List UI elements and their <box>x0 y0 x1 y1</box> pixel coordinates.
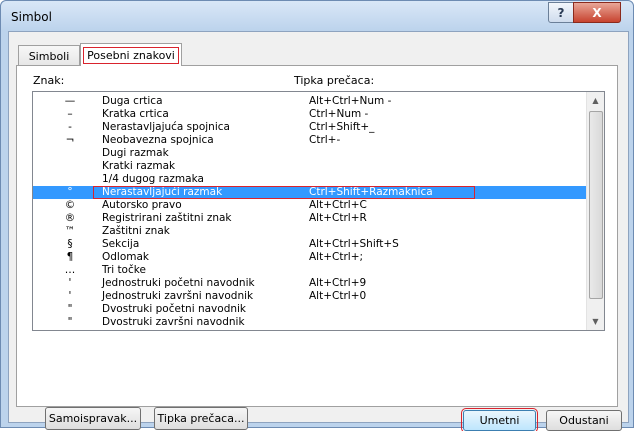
list-item-shortcut: Alt+Ctrl+9 <box>309 277 367 289</box>
list-item-name: Tri točke <box>102 264 146 276</box>
tab-posebni-znakovi-label: Posebni znakovi <box>83 46 179 64</box>
list-item[interactable]: ™ Zaštitni znak <box>33 225 586 238</box>
list-item-shortcut: Ctrl+Shift+_ <box>309 121 375 133</box>
shortcut-key-button-label: Tipka prečaca... <box>157 412 245 425</box>
cancel-button-label: Odustani <box>559 414 609 427</box>
close-icon: X <box>592 5 602 20</box>
list-item-char: – <box>67 108 73 120</box>
shortcut-key-button[interactable]: Tipka prečaca... <box>154 407 248 430</box>
symbol-dialog: Simbol ? X Simboli Posebni znakovi Znak:… <box>0 0 634 431</box>
help-icon: ? <box>557 5 565 20</box>
list-item-name: Dvostruki završni navodnik <box>102 316 245 328</box>
list-item[interactable]: – Kratka crtica Ctrl+Num - <box>33 108 586 121</box>
autocorrect-button[interactable]: Samoispravak... <box>45 407 141 430</box>
list-item[interactable]: ¬ Neobavezna spojnica Ctrl+- <box>33 134 586 147</box>
list-item-char: — <box>64 95 76 107</box>
tab-simboli[interactable]: Simboli <box>18 45 80 66</box>
vertical-scrollbar[interactable]: ▲ ▼ <box>586 92 604 330</box>
special-characters-list[interactable]: — Duga crtica Alt+Ctrl+Num - – Kratka crtica… <box>32 91 605 331</box>
list-item[interactable]: Kratki razmak <box>33 160 586 173</box>
list-item-char: " <box>67 303 73 315</box>
tab-simboli-label: Simboli <box>28 49 70 63</box>
list-item-char: ® <box>64 212 76 224</box>
list-item-name: Jednostruki početni navodnik <box>102 277 255 289</box>
list-item-char: ' <box>68 277 72 289</box>
list-item[interactable]: " Dvostruki završni navodnik <box>33 316 586 329</box>
list-item-name: Neobavezna spojnica <box>102 134 214 146</box>
list-item-name: Odlomak <box>102 251 150 263</box>
list-item[interactable]: ' Jednostruki početni navodnik Alt+Ctrl+9 <box>33 277 586 290</box>
list-item-shortcut: Alt+Ctrl+Num - <box>309 95 392 107</box>
list-item-char: § <box>67 238 73 250</box>
scroll-down-icon[interactable]: ▼ <box>587 313 604 330</box>
title-bar[interactable]: Simbol ? X <box>1 1 633 31</box>
list-item-shortcut: Alt+Ctrl+R <box>309 212 367 224</box>
list-item-name: Dvostruki početni navodnik <box>102 303 247 315</box>
list-item-char: … <box>64 264 76 276</box>
list-item-name: Kratka crtica <box>102 108 169 120</box>
tab-panel: Znak: Tipka prečaca: — Duga crtica Alt+Ctr… <box>16 65 618 430</box>
list-item[interactable]: © Autorsko pravo Alt+Ctrl+C <box>33 199 586 212</box>
list-item-name: Registrirani zaštitni znak <box>102 212 232 224</box>
tab-posebni-znakovi[interactable]: Posebni znakovi <box>80 43 182 66</box>
insert-button-label: Umetni <box>479 414 520 427</box>
list-item-char: © <box>64 199 76 211</box>
list-item-name: Duga crtica <box>102 95 163 107</box>
list-item-char: ¶ <box>66 251 74 263</box>
list-item[interactable]: ® Registrirani zaštitni znak Alt+Ctrl+R <box>33 212 586 225</box>
list-item-shortcut: Ctrl+Num - <box>309 108 369 120</box>
list-item[interactable]: … Tri točke <box>33 264 586 277</box>
list-item-shortcut: Alt+Ctrl+0 <box>309 290 367 302</box>
column-header-shortcut: Tipka prečaca: <box>294 74 375 87</box>
list-item-shortcut: Alt+Ctrl+Shift+S <box>309 238 399 250</box>
list-item-name: Zaštitni znak <box>102 225 170 237</box>
list-item-char: ° <box>67 186 73 198</box>
list-item[interactable]: " Dvostruki početni navodnik <box>33 303 586 316</box>
close-button[interactable]: X <box>573 2 621 23</box>
list-item-shortcut: Ctrl+- <box>309 134 341 146</box>
list-item[interactable]: ° Nerastavljajući razmak Ctrl+Shift+Razmak… <box>33 186 586 199</box>
list-item-name: Nerastavljajuća spojnica <box>102 121 230 133</box>
autocorrect-button-label: Samoispravak... <box>48 412 138 425</box>
list-item-name: Dugi razmak <box>102 147 169 159</box>
scroll-up-icon[interactable]: ▲ <box>587 92 604 109</box>
list-item[interactable]: ¶ Odlomak Alt+Ctrl+; <box>33 251 586 264</box>
list-item-name: Nerastavljajući razmak <box>102 186 223 198</box>
column-header-char: Znak: <box>33 74 65 87</box>
list-item-char: ™ <box>64 225 76 237</box>
list-item-name: Autorsko pravo <box>102 199 182 211</box>
list-item[interactable]: § Sekcija Alt+Ctrl+Shift+S <box>33 238 586 251</box>
list-item-char: ¬ <box>65 134 75 146</box>
list-item-char: ' <box>68 290 72 302</box>
list-item-shortcut: Ctrl+Shift+Razmaknica <box>309 186 433 198</box>
window-title: Simbol <box>11 10 52 24</box>
list-item[interactable]: 1/4 dugog razmaka <box>33 173 586 186</box>
dialog-body: Simboli Posebni znakovi Znak: Tipka preč… <box>8 31 629 431</box>
list-item-shortcut: Alt+Ctrl+; <box>309 251 364 263</box>
list-item-name: Sekcija <box>102 238 140 250</box>
list-item[interactable]: - Nerastavljajuća spojnica Ctrl+Shift+_ <box>33 121 586 134</box>
list-item-name: Jednostruki završni navodnik <box>102 290 254 302</box>
list-item[interactable]: ' Jednostruki završni navodnik Alt+Ctrl+0 <box>33 290 586 303</box>
list-item-name: Kratki razmak <box>102 160 176 172</box>
help-button[interactable]: ? <box>548 2 574 23</box>
list-item-shortcut: Alt+Ctrl+C <box>309 199 367 211</box>
list-item[interactable]: Dugi razmak <box>33 147 586 160</box>
list-item-char: " <box>67 316 73 328</box>
list-item-name: 1/4 dugog razmaka <box>102 173 204 185</box>
list-item-char: - <box>68 121 72 133</box>
scrollbar-thumb[interactable] <box>589 111 603 299</box>
list-item[interactable]: — Duga crtica Alt+Ctrl+Num - <box>33 95 586 108</box>
